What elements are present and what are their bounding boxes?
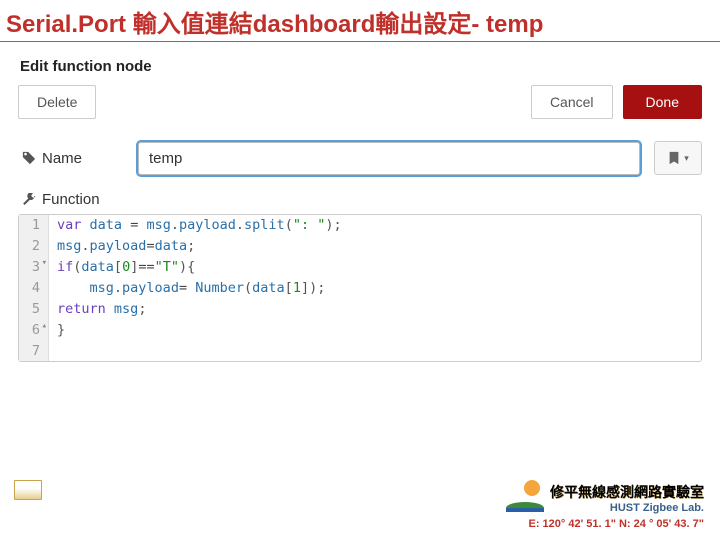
- fold-icon[interactable]: ▴: [42, 320, 47, 334]
- code-text[interactable]: msg.payload=data;: [49, 236, 195, 257]
- code-text[interactable]: return msg;: [49, 299, 146, 320]
- code-line[interactable]: 6▴}: [19, 320, 701, 341]
- name-row: Name temp ▾: [18, 141, 702, 175]
- delete-button[interactable]: Delete: [18, 85, 96, 119]
- gutter: 5: [19, 299, 49, 320]
- footer-coords: E: 120° 42' 51. 1" N: 24 ° 05' 43. 7": [506, 518, 704, 530]
- bookmark-icon: [667, 151, 681, 165]
- panel-header: Edit function node: [18, 52, 702, 85]
- code-text[interactable]: var data = msg.payload.split(": ");: [49, 215, 342, 236]
- caret-down-icon: ▾: [684, 153, 689, 164]
- code-line[interactable]: 4 msg.payload= Number(data[1]);: [19, 278, 701, 299]
- name-input[interactable]: temp: [138, 142, 640, 175]
- name-label: Name: [18, 150, 138, 167]
- code-line[interactable]: 3▾if(data[0]=="T"){: [19, 257, 701, 278]
- code-editor[interactable]: 1var data = msg.payload.split(": ");2msg…: [18, 214, 702, 362]
- slide-title: Serial.Port 輸入值連結dashboard輸出設定- temp: [0, 0, 720, 42]
- footer-decoration: [14, 480, 42, 500]
- code-text[interactable]: msg.payload= Number(data[1]);: [49, 278, 325, 299]
- function-label: Function: [18, 191, 138, 208]
- cancel-button[interactable]: Cancel: [531, 85, 613, 119]
- lab-name-zh: 修平無線感測網路實驗室: [550, 482, 704, 502]
- function-row: Function: [18, 191, 702, 208]
- gutter: 3▾: [19, 257, 49, 278]
- code-line[interactable]: 7: [19, 341, 701, 362]
- gutter: 6▴: [19, 320, 49, 341]
- gutter: 4: [19, 278, 49, 299]
- code-line[interactable]: 5return msg;: [19, 299, 701, 320]
- done-button[interactable]: Done: [623, 85, 702, 119]
- code-line[interactable]: 1var data = msg.payload.split(": ");: [19, 215, 701, 236]
- edit-panel: Edit function node Delete Cancel Done Na…: [18, 52, 702, 362]
- code-text[interactable]: [49, 341, 57, 362]
- gutter: 7: [19, 341, 49, 362]
- bookmark-dropdown-button[interactable]: ▾: [654, 141, 702, 175]
- code-text[interactable]: }: [49, 320, 65, 341]
- footer: 修平無線感測網路實驗室 HUST Zigbee Lab. E: 120° 42'…: [506, 482, 704, 530]
- tag-icon: [22, 151, 36, 165]
- button-row: Delete Cancel Done: [18, 85, 702, 119]
- gutter: 1: [19, 215, 49, 236]
- fold-icon[interactable]: ▾: [42, 257, 47, 271]
- code-line[interactable]: 2msg.payload=data;: [19, 236, 701, 257]
- wrench-icon: [22, 193, 36, 207]
- function-label-text: Function: [42, 191, 100, 208]
- lab-logo: [506, 484, 544, 512]
- name-label-text: Name: [42, 150, 82, 167]
- code-text[interactable]: if(data[0]=="T"){: [49, 257, 195, 278]
- lab-name-en: HUST Zigbee Lab.: [550, 502, 704, 514]
- gutter: 2: [19, 236, 49, 257]
